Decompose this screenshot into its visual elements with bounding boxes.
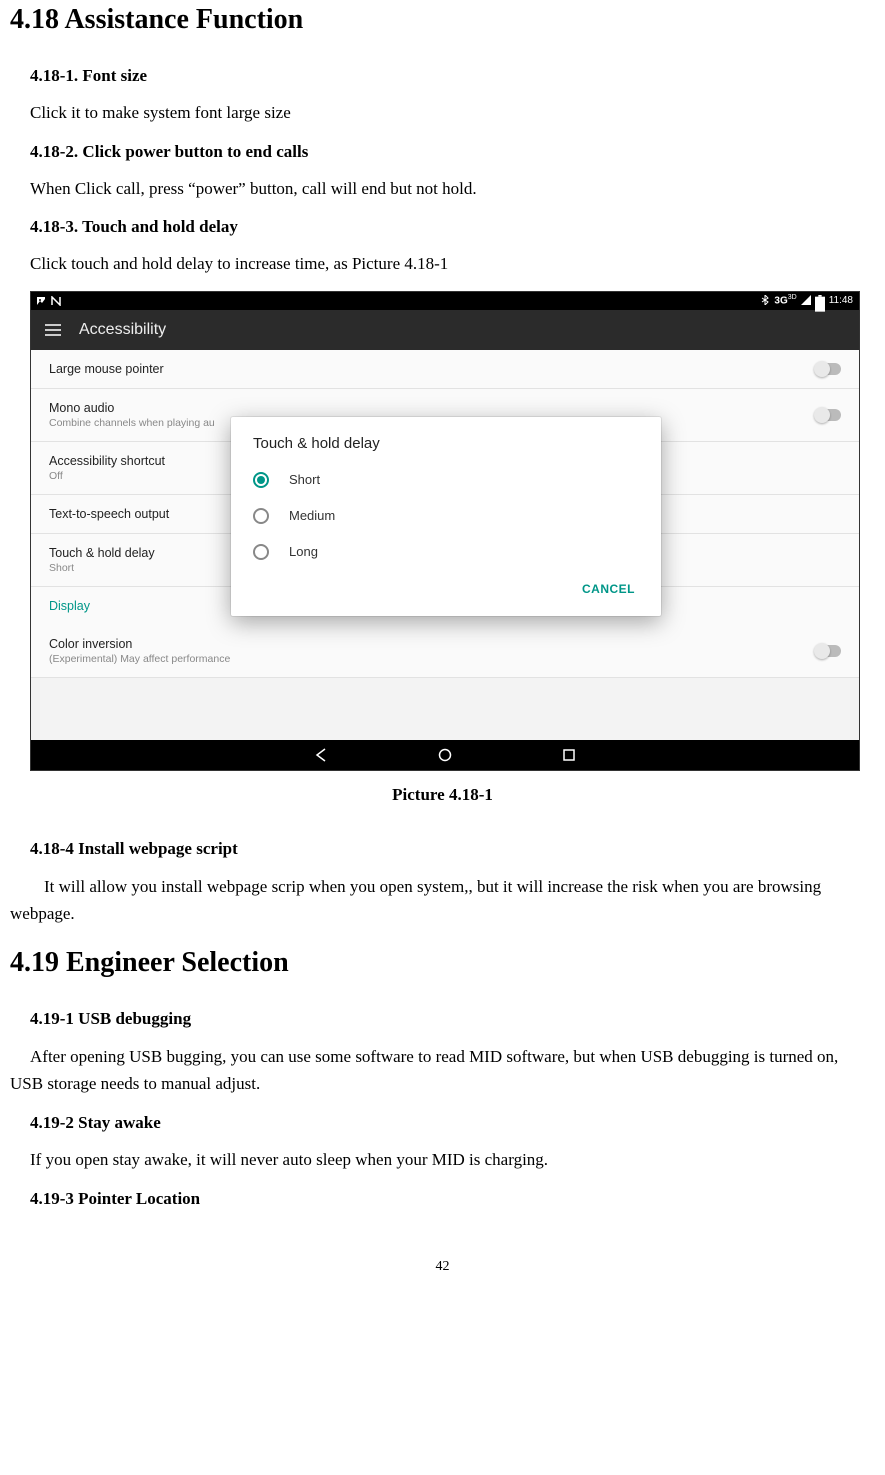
heading-4-19: 4.19 Engineer Selection [10, 947, 875, 979]
overview-icon[interactable] [562, 748, 576, 762]
toggle-switch[interactable] [815, 645, 841, 657]
cancel-button[interactable]: CANCEL [574, 576, 643, 602]
paragraph: If you open stay awake, it will never au… [30, 1147, 875, 1173]
radio-icon [253, 508, 269, 524]
radio-selected-icon [253, 472, 269, 488]
subheading-4-19-3: 4.19-3 Pointer Location [30, 1189, 875, 1209]
status-time: 11:48 [829, 295, 853, 306]
n-icon [51, 296, 61, 306]
subheading-4-18-3: 4.18-3. Touch and hold delay [30, 217, 875, 237]
figure-caption: Picture 4.18-1 [10, 785, 875, 805]
paragraph: Click touch and hold delay to increase t… [30, 251, 875, 277]
setting-large-mouse-pointer[interactable]: Large mouse pointer [31, 350, 859, 389]
home-icon[interactable] [438, 748, 452, 762]
photo-icon [37, 296, 47, 306]
dialog-actions: CANCEL [231, 570, 661, 608]
dialog-title: Touch & hold delay [231, 435, 661, 462]
radio-icon [253, 544, 269, 560]
subheading-4-19-1: 4.19-1 USB debugging [30, 1009, 875, 1029]
dialog-option-short[interactable]: Short [231, 462, 661, 498]
subheading-4-18-1: 4.18-1. Font size [30, 66, 875, 86]
setting-label: Color inversion [49, 637, 230, 651]
setting-sublabel: Short [49, 562, 155, 574]
subheading-4-19-2: 4.19-2 Stay awake [30, 1113, 875, 1133]
setting-label: Text-to-speech output [49, 507, 169, 521]
dialog-option-long[interactable]: Long [231, 534, 661, 570]
setting-sublabel: Off [49, 470, 165, 482]
subheading-4-18-4: 4.18-4 Install webpage script [30, 839, 875, 859]
page-number: 42 [10, 1259, 875, 1275]
menu-icon[interactable] [45, 324, 61, 336]
app-bar: Accessibility [31, 310, 859, 350]
subheading-4-18-2: 4.18-2. Click power button to end calls [30, 142, 875, 162]
paragraph: When Click call, press “power” button, c… [30, 176, 875, 202]
dialog-option-label: Short [289, 472, 320, 487]
setting-sublabel: Combine channels when playing au [49, 417, 215, 429]
dialog-option-label: Medium [289, 508, 335, 523]
setting-label: Accessibility shortcut [49, 454, 165, 468]
status-bar: 3G3D 11:48 [31, 292, 859, 310]
setting-label: Large mouse pointer [49, 362, 164, 376]
setting-sublabel: (Experimental) May affect performance [49, 653, 230, 665]
navigation-bar [31, 740, 859, 770]
heading-4-18: 4.18 Assistance Function [10, 4, 875, 36]
toggle-switch[interactable] [815, 363, 841, 375]
setting-color-inversion[interactable]: Color inversion (Experimental) May affec… [31, 625, 859, 678]
touch-hold-delay-dialog: Touch & hold delay Short Medium Long CAN… [231, 417, 661, 616]
section-header-label: Display [49, 599, 90, 613]
status-network: 3G3D [774, 294, 796, 306]
setting-label: Touch & hold delay [49, 546, 155, 560]
dialog-option-label: Long [289, 544, 318, 559]
paragraph: Click it to make system font large size [30, 100, 875, 126]
battery-icon [815, 295, 825, 305]
dialog-option-medium[interactable]: Medium [231, 498, 661, 534]
android-screenshot: 3G3D 11:48 Accessibility Large mouse poi… [30, 291, 860, 771]
signal-icon [801, 295, 811, 305]
back-icon[interactable] [314, 748, 328, 762]
paragraph: After opening USB bugging, you can use s… [10, 1043, 875, 1097]
paragraph: It will allow you install webpage scrip … [10, 873, 875, 927]
bluetooth-icon [760, 295, 770, 305]
toggle-switch[interactable] [815, 409, 841, 421]
setting-label: Mono audio [49, 401, 215, 415]
app-bar-title: Accessibility [79, 321, 166, 339]
